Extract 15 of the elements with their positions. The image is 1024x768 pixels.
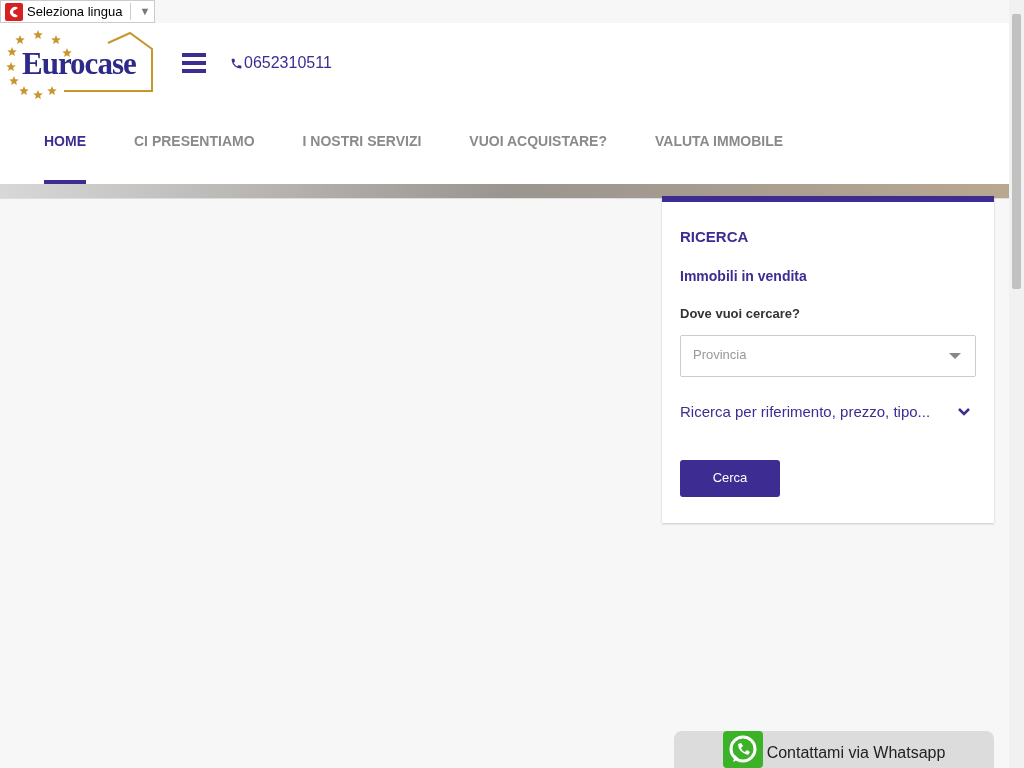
advanced-search-toggle[interactable]: Ricerca per riferimento, prezzo, tipo... (680, 401, 976, 424)
phone-link[interactable]: 0652310511 (230, 51, 332, 75)
language-selector[interactable]: Seleziona lingua ▼ (0, 0, 156, 23)
field-label: Dove vuoi cercare? (680, 304, 801, 323)
whatsapp-button[interactable]: Contattami via Whatsapp (674, 731, 994, 768)
chevron-icon (958, 408, 970, 417)
search-title: RICERCA (680, 227, 750, 247)
translate-logo-icon (5, 2, 23, 21)
caret-icon: ▼ (139, 3, 151, 20)
dropdown-arrow-icon (949, 353, 961, 359)
menu-icon[interactable] (182, 53, 206, 73)
search-button[interactable]: Cerca (680, 459, 780, 497)
search-subtitle: Immobili in vendita (680, 266, 808, 286)
logo: Eurocase (4, 27, 156, 99)
phone-icon (230, 56, 243, 70)
